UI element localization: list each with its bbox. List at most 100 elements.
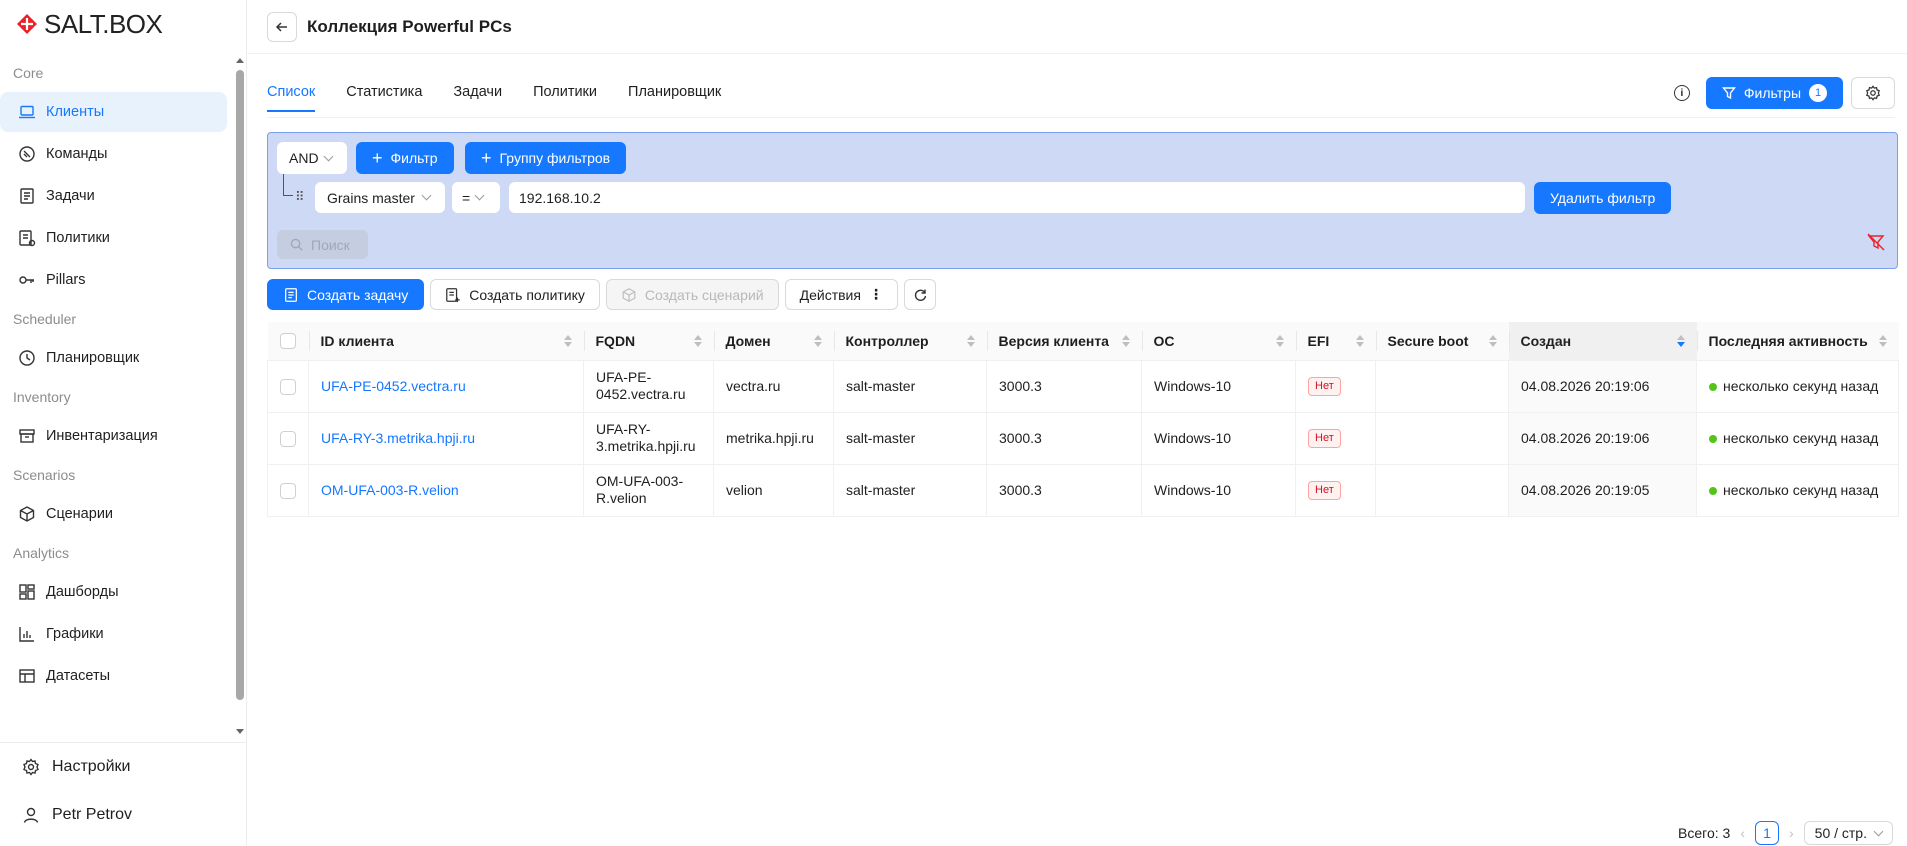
sidebar-item-charts[interactable]: Графики <box>0 614 227 654</box>
create-scenario-button[interactable]: Создать сценарий <box>605 279 779 310</box>
back-button[interactable] <box>267 11 297 42</box>
page-size-select[interactable]: 50 / стр. <box>1803 821 1893 845</box>
sidebar-item-tasks[interactable]: Задачи <box>0 176 227 216</box>
column-header-client-id[interactable]: ID клиента <box>308 322 584 361</box>
sort-icon[interactable] <box>1878 335 1887 347</box>
drag-handle-icon[interactable]: ⠿ <box>295 189 304 205</box>
scroll-down-arrow-icon[interactable] <box>236 729 244 734</box>
scrollbar-thumb[interactable] <box>236 70 244 700</box>
sidebar-item-pillars[interactable]: Pillars <box>0 260 227 300</box>
column-header-client-version[interactable]: Версия клиента <box>986 322 1142 361</box>
logic-operator-select[interactable]: AND <box>277 142 347 174</box>
row-checkbox[interactable] <box>280 378 296 395</box>
column-header-created[interactable]: Создан <box>1508 322 1697 361</box>
sort-icon[interactable] <box>693 335 702 347</box>
client-id-link[interactable]: UFA-RY-3.metrika.hpji.ru <box>321 430 475 446</box>
prev-page-icon[interactable]: ‹ <box>1740 825 1745 841</box>
column-header-last-activity[interactable]: Последняя активность <box>1696 322 1899 361</box>
table-row[interactable]: UFA-PE-0452.vectra.ru UFA-PE-0452.vectra.… <box>267 360 1899 413</box>
sidebar-item-label: Инвентаризация <box>46 428 158 444</box>
efi-status-badge: Нет <box>1308 376 1341 397</box>
key-icon <box>19 276 34 284</box>
sidebar-item-scenarios[interactable]: Сценарии <box>0 494 227 534</box>
sidebar-scrollbar[interactable] <box>234 56 246 736</box>
column-title: ОС <box>1153 332 1175 349</box>
sidebar-item-scheduler[interactable]: Планировщик <box>0 338 227 378</box>
column-header-efi[interactable]: EFI <box>1295 322 1376 361</box>
filter-field-select[interactable]: Grains master <box>315 182 445 213</box>
sort-icon[interactable] <box>1676 335 1685 347</box>
column-title: EFI <box>1307 332 1330 349</box>
page-size-value: 50 / стр. <box>1814 825 1867 841</box>
sort-icon[interactable] <box>1488 335 1497 347</box>
scroll-up-arrow-icon[interactable] <box>236 58 244 63</box>
sidebar-item-datasets[interactable]: Датасеты <box>0 656 227 696</box>
user-icon <box>23 807 39 823</box>
sidebar-item-label: Команды <box>46 146 108 162</box>
tab-list[interactable]: Список <box>267 74 316 112</box>
table-row[interactable]: UFA-RY-3.metrika.hpji.ru UFA-RY-3.metrika… <box>267 412 1899 465</box>
create-task-button[interactable]: Создать задачу <box>267 279 425 310</box>
sidebar-item-clients[interactable]: Клиенты <box>0 92 227 132</box>
sort-icon[interactable] <box>563 335 572 347</box>
sort-icon[interactable] <box>1121 335 1130 347</box>
row-checkbox[interactable] <box>280 482 296 499</box>
column-header-domain[interactable]: Домен <box>713 322 834 361</box>
activity-text: несколько секунд назад <box>1723 429 1879 446</box>
sort-icon[interactable] <box>1355 335 1364 347</box>
create-policy-button[interactable]: Создать политику <box>430 279 600 310</box>
tabs-actions: i Фильтры 1 <box>1673 77 1895 109</box>
sort-icon[interactable] <box>1275 335 1284 347</box>
logo[interactable]: SALT.BOX <box>0 0 246 48</box>
activity-text: несколько секунд назад <box>1723 377 1879 394</box>
policy-icon <box>19 230 36 247</box>
cell-last-activity: несколько секунд назад <box>1696 464 1899 517</box>
policy-icon <box>446 287 460 302</box>
clock-icon <box>19 350 35 366</box>
filter-operator-select[interactable]: = <box>452 182 500 213</box>
actions-dropdown-button[interactable]: Действия ⋮ <box>784 279 898 310</box>
sidebar-item-policies[interactable]: Политики <box>0 218 227 258</box>
refresh-button[interactable] <box>903 279 936 310</box>
select-all-checkbox[interactable] <box>279 333 296 350</box>
sort-icon[interactable] <box>813 335 822 347</box>
client-id-link[interactable]: OM-UFA-003-R.velion <box>321 482 459 498</box>
settings-menu-item[interactable]: Настройки <box>0 743 246 791</box>
add-filter-group-button[interactable]: + Группу фильтров <box>465 142 627 174</box>
tabs: Список Статистика Задачи Политики Планир… <box>267 74 1895 118</box>
info-icon[interactable]: i <box>1673 85 1690 101</box>
column-header-secure-boot[interactable]: Secure boot <box>1375 322 1509 361</box>
tab-scheduler[interactable]: Планировщик <box>628 74 721 111</box>
column-header-fqdn[interactable]: FQDN <box>583 322 714 361</box>
next-page-icon[interactable]: › <box>1789 825 1794 841</box>
search-button[interactable]: Поиск <box>277 230 368 259</box>
sidebar-item-inventory[interactable]: Инвентаризация <box>0 416 227 456</box>
cell-last-activity: несколько секунд назад <box>1696 360 1899 413</box>
client-id-link[interactable]: UFA-PE-0452.vectra.ru <box>321 378 466 394</box>
filter-value-input[interactable] <box>509 182 1525 213</box>
clear-filters-icon[interactable] <box>1867 233 1885 254</box>
task-list-icon <box>285 287 297 302</box>
add-filter-button[interactable]: + Фильтр <box>356 142 454 174</box>
sidebar-item-dashboards[interactable]: Дашборды <box>0 572 227 612</box>
sort-icon[interactable] <box>966 335 975 347</box>
nav-section-scheduler: Scheduler <box>13 311 77 327</box>
row-checkbox[interactable] <box>280 430 296 447</box>
column-header-controller[interactable]: Контроллер <box>833 322 987 361</box>
delete-filter-button[interactable]: Удалить фильтр <box>1534 182 1672 214</box>
table-row[interactable]: OM-UFA-003-R.velion OM-UFA-003-R.velion ve… <box>267 464 1899 517</box>
efi-status-badge: Нет <box>1308 428 1341 449</box>
tab-tasks[interactable]: Задачи <box>453 74 502 111</box>
user-menu-item[interactable]: Petr Petrov <box>0 791 246 839</box>
page-number-button[interactable]: 1 <box>1754 821 1779 845</box>
table-settings-button[interactable] <box>1851 77 1895 109</box>
search-label: Поиск <box>311 236 350 253</box>
sidebar-item-commands[interactable]: Команды <box>0 134 227 174</box>
tab-policies[interactable]: Политики <box>533 74 597 111</box>
column-header-os[interactable]: ОС <box>1141 322 1296 361</box>
row-select-cell <box>267 464 309 517</box>
tab-statistics[interactable]: Статистика <box>346 74 422 111</box>
task-list-icon <box>20 188 34 204</box>
laptop-icon <box>19 105 35 119</box>
filters-button[interactable]: Фильтры 1 <box>1705 77 1843 109</box>
